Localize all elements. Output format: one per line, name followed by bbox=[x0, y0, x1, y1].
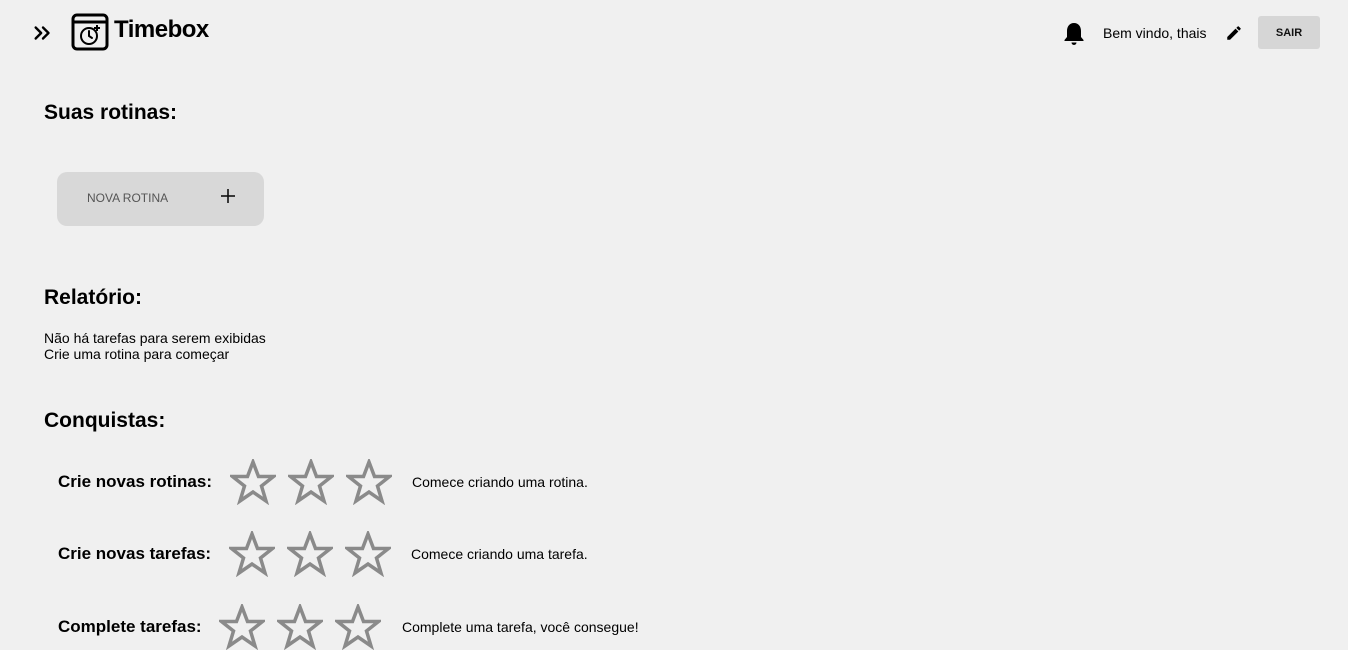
new-routine-label: NOVA ROTINA bbox=[87, 191, 169, 205]
achievements-title: Conquistas: bbox=[44, 409, 166, 432]
star-icon bbox=[277, 604, 323, 650]
double-chevron-right-icon[interactable] bbox=[32, 22, 54, 44]
achievement-label: Crie novas rotinas: bbox=[58, 472, 212, 491]
star-icon bbox=[287, 531, 333, 577]
star-icon bbox=[346, 459, 392, 505]
pencil-icon[interactable] bbox=[1225, 24, 1243, 42]
achievement-stars bbox=[229, 531, 391, 577]
plus-icon bbox=[221, 189, 235, 203]
welcome-text: Bem vindo, thais bbox=[1103, 25, 1207, 41]
report-title: Relatório: bbox=[44, 286, 143, 309]
star-icon bbox=[288, 459, 334, 505]
achievement-message: Comece criando uma tarefa. bbox=[411, 546, 588, 562]
star-icon bbox=[335, 604, 381, 650]
new-routine-button[interactable]: NOVA ROTINA bbox=[57, 172, 264, 226]
report-empty-line: Crie uma rotina para começar bbox=[44, 346, 230, 362]
logout-button[interactable]: SAIR bbox=[1258, 16, 1320, 49]
report-empty-message: Não há tarefas para serem exibidas Crie … bbox=[44, 330, 266, 362]
star-icon bbox=[219, 604, 265, 650]
report-empty-line: Não há tarefas para serem exibidas bbox=[44, 330, 266, 346]
timebox-logo-icon bbox=[71, 13, 109, 51]
achievement-label: Crie novas tarefas: bbox=[58, 544, 212, 563]
star-icon bbox=[230, 459, 276, 505]
achievement-stars bbox=[219, 604, 381, 650]
achievement-message: Comece criando uma rotina. bbox=[412, 474, 588, 490]
routines-title: Suas rotinas: bbox=[44, 101, 178, 124]
star-icon bbox=[229, 531, 275, 577]
brand-name: Timebox bbox=[114, 16, 209, 43]
achievement-label: Complete tarefas: bbox=[58, 617, 202, 636]
achievement-stars bbox=[230, 459, 392, 505]
star-icon bbox=[345, 531, 391, 577]
achievement-message: Complete uma tarefa, você consegue! bbox=[402, 619, 639, 635]
bell-icon[interactable] bbox=[1062, 21, 1086, 47]
page: Timebox Bem vindo, thais SAIR Suas rotin… bbox=[0, 0, 1348, 650]
